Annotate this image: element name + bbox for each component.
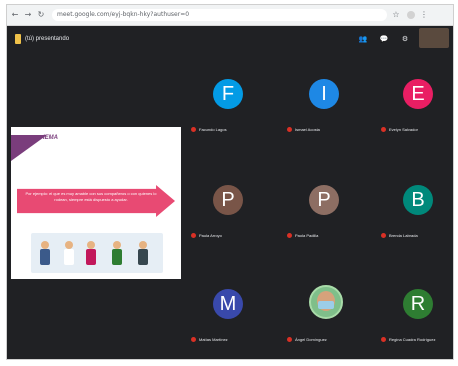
mic-muted-icon bbox=[287, 233, 292, 238]
star-icon[interactable]: ☆ bbox=[391, 10, 401, 20]
participant-tile[interactable]: R Regina Cuadra Rodríguez bbox=[373, 279, 453, 359]
mic-muted-icon bbox=[381, 337, 386, 342]
participant-tile[interactable]: Ángel Domínguez bbox=[279, 279, 379, 359]
child-figure-body bbox=[40, 249, 50, 265]
presenting-icon bbox=[15, 34, 21, 44]
profile-avatar[interactable] bbox=[407, 11, 415, 19]
participant-avatar: P bbox=[213, 185, 243, 215]
participant-avatar: M bbox=[213, 289, 243, 319]
child-figure-body bbox=[112, 249, 122, 265]
mic-muted-icon bbox=[191, 127, 196, 132]
child-figure-head bbox=[87, 241, 95, 249]
participant-name: Regina Cuadra Rodríguez bbox=[381, 337, 435, 342]
participant-name: Paola Padilla bbox=[287, 233, 318, 238]
participant-avatar: B bbox=[403, 185, 433, 215]
participant-tile[interactable]: M Matías Martínez bbox=[183, 279, 283, 359]
slide-tag: IEMA bbox=[43, 135, 58, 141]
participant-avatar: R bbox=[403, 289, 433, 319]
self-video-tile[interactable] bbox=[419, 28, 449, 48]
menu-icon[interactable]: ⋮ bbox=[419, 10, 429, 20]
participant-avatar: P bbox=[309, 185, 339, 215]
address-bar[interactable]: meet.google.com/eyj-bqkn-hky?authuser=0 bbox=[52, 9, 387, 21]
participant-name: Facundo Lagos bbox=[191, 127, 227, 132]
participant-avatar: I bbox=[309, 79, 339, 109]
participant-name: Brenda Labrada bbox=[381, 233, 418, 238]
child-figure-body bbox=[64, 249, 74, 265]
participant-avatar: E bbox=[403, 79, 433, 109]
presenter-indicator: (tú) presentando bbox=[15, 34, 69, 44]
child-figure-head bbox=[41, 241, 49, 249]
presenter-label: (tú) presentando bbox=[25, 36, 70, 42]
people-icon[interactable]: 👥 bbox=[355, 32, 371, 46]
mic-muted-icon bbox=[381, 127, 386, 132]
child-figure-head bbox=[65, 241, 73, 249]
browser-toolbar: ← → ↻ meet.google.com/eyj-bqkn-hky?authu… bbox=[7, 5, 453, 26]
browser-window: ← → ↻ meet.google.com/eyj-bqkn-hky?authu… bbox=[6, 4, 454, 360]
child-figure-body bbox=[138, 249, 148, 265]
forward-icon[interactable]: → bbox=[23, 10, 33, 20]
child-figure-head bbox=[113, 241, 121, 249]
child-figure-body bbox=[86, 249, 96, 265]
mic-muted-icon bbox=[191, 337, 196, 342]
reload-icon[interactable]: ↻ bbox=[36, 10, 46, 20]
participant-name: Paula Arroyo bbox=[191, 233, 222, 238]
child-figure-head bbox=[139, 241, 147, 249]
participant-name: Ismael Acosta bbox=[287, 127, 320, 132]
participant-tile[interactable]: P Paola Padilla bbox=[279, 175, 379, 255]
participant-tile[interactable]: F Facundo Lagos bbox=[183, 69, 283, 149]
participant-name: Ángel Domínguez bbox=[287, 337, 327, 342]
participant-photo bbox=[309, 285, 343, 319]
participant-avatar: F bbox=[213, 79, 243, 109]
mic-muted-icon bbox=[287, 127, 292, 132]
participant-tile[interactable]: P Paula Arroyo bbox=[183, 175, 283, 255]
participant-tile[interactable]: I Ismael Acosta bbox=[279, 69, 379, 149]
participant-name: Matías Martínez bbox=[191, 337, 228, 342]
participant-tile[interactable]: E Evelyn Salvador bbox=[373, 69, 453, 149]
slide-corner-decoration bbox=[11, 135, 47, 161]
mic-muted-icon bbox=[191, 233, 196, 238]
mic-muted-icon bbox=[381, 233, 386, 238]
back-icon[interactable]: ← bbox=[10, 10, 20, 20]
participant-tile[interactable]: B Brenda Labrada bbox=[373, 175, 453, 255]
face-mask-shape bbox=[318, 301, 334, 309]
shared-slide: IEMA Por ejemplo: el que es muy amable c… bbox=[11, 127, 181, 279]
meeting-header: (tú) presentando 👥 💬 ⚙ bbox=[7, 26, 453, 54]
mic-muted-icon bbox=[287, 337, 292, 342]
meeting-controls: 👥 💬 ⚙ bbox=[350, 32, 413, 46]
participant-name: Evelyn Salvador bbox=[381, 127, 418, 132]
chat-icon[interactable]: 💬 bbox=[376, 32, 392, 46]
slide-caption: Por ejemplo: el que es muy amable con su… bbox=[25, 191, 157, 202]
activities-icon[interactable]: ⚙ bbox=[397, 32, 413, 46]
slide-illustration bbox=[31, 233, 163, 273]
